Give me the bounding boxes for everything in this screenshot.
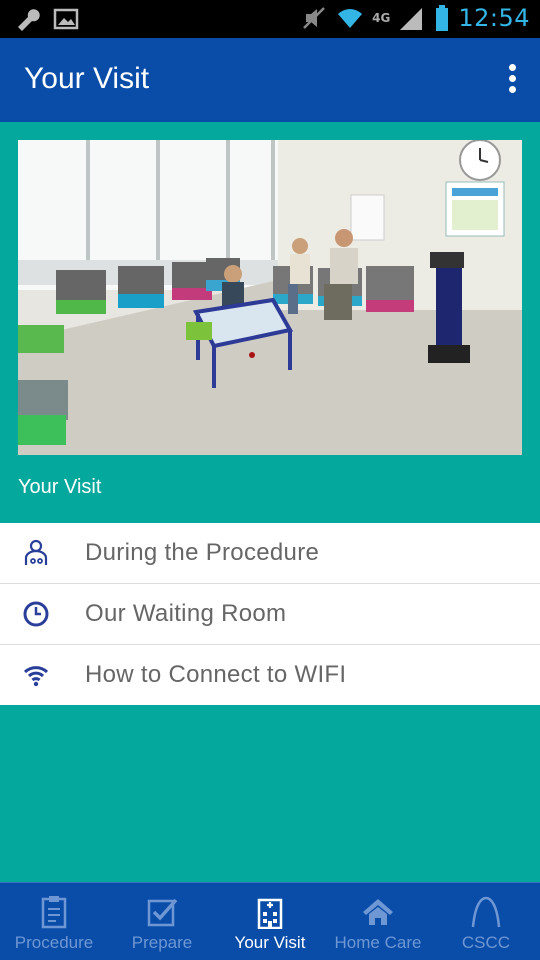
mute-icon <box>303 7 326 29</box>
wrench-icon <box>18 9 40 31</box>
doctor-icon <box>24 539 48 565</box>
tab-label: Home Care <box>334 933 422 952</box>
waiting-room-photo <box>18 140 522 455</box>
wifi-icon <box>23 666 49 687</box>
tab-label: Prepare <box>131 933 193 952</box>
hero-caption: Your Visit <box>18 476 102 498</box>
network-type: 4G <box>372 11 391 25</box>
visit-menu-list: During the Procedure Our Waiting Room Ho… <box>0 523 540 705</box>
tab-procedure[interactable]: Procedure <box>0 883 108 960</box>
tab-prepare[interactable]: Prepare <box>108 883 216 960</box>
status-bar: 4G 12:54 <box>0 0 540 38</box>
list-item-label: How to Connect to WIFI <box>85 661 347 688</box>
clock: 12:54 <box>458 4 530 32</box>
clock-icon <box>23 601 49 627</box>
tab-your-visit[interactable]: Your Visit <box>216 883 324 960</box>
tab-label: Procedure <box>14 933 94 952</box>
cell-signal-icon <box>400 8 423 30</box>
more-vert-icon[interactable] <box>506 64 518 96</box>
list-item-label: Our Waiting Room <box>85 600 287 627</box>
hospital-icon <box>257 898 283 929</box>
wifi-signal-icon <box>338 9 363 28</box>
action-bar: Your Visit <box>0 38 540 122</box>
tab-label: Your Visit <box>234 933 306 952</box>
checkbox-icon <box>147 898 178 927</box>
list-item-during-procedure[interactable]: During the Procedure <box>0 523 540 584</box>
tab-cscc[interactable]: CSCC <box>432 883 540 960</box>
tab-home-care[interactable]: Home Care <box>324 883 432 960</box>
list-item-waiting-room[interactable]: Our Waiting Room <box>0 584 540 645</box>
list-item-label: During the Procedure <box>85 539 320 566</box>
list-item-wifi[interactable]: How to Connect to WIFI <box>0 645 540 705</box>
home-icon <box>363 899 393 925</box>
arch-icon <box>471 896 501 928</box>
image-icon <box>53 8 79 30</box>
bottom-navigation: Procedure Prepare Your Visit Home Care C… <box>0 882 540 960</box>
battery-icon <box>436 5 449 31</box>
clipboard-icon <box>41 896 67 929</box>
page-title: Your Visit <box>24 62 150 95</box>
tab-label: CSCC <box>461 933 511 952</box>
